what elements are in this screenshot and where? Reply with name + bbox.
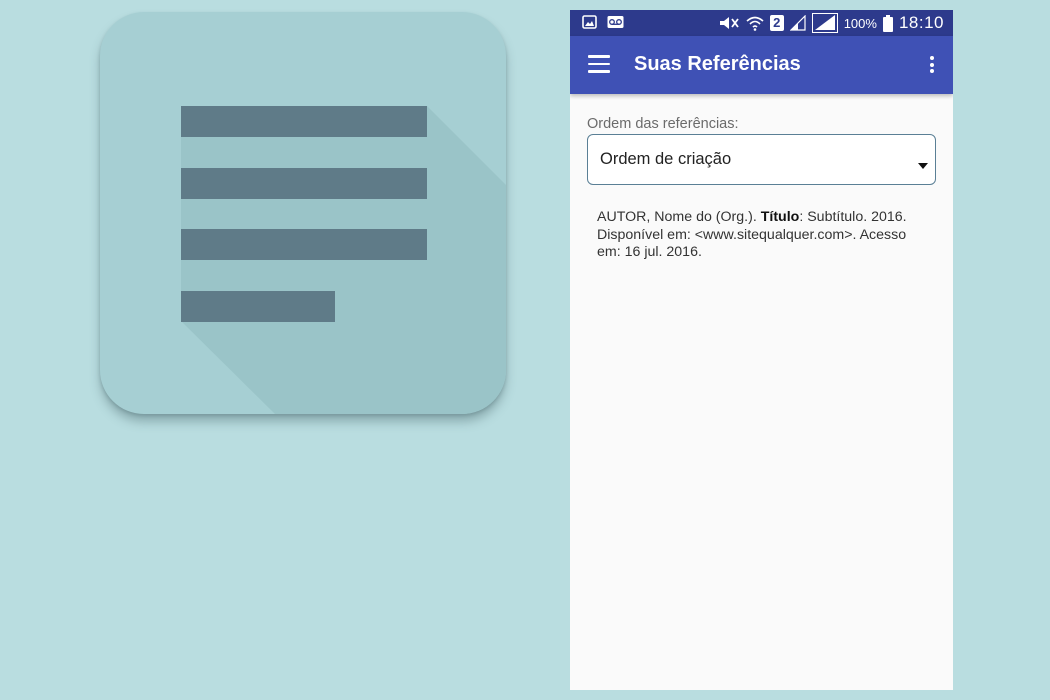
signal-full-icon xyxy=(811,13,838,33)
battery-percent: 100% xyxy=(843,15,877,31)
order-select[interactable]: Ordem de criação xyxy=(587,134,936,185)
reference-title: Título xyxy=(760,209,800,225)
battery-icon xyxy=(882,14,893,32)
page-title: Suas Referências xyxy=(634,53,801,75)
reference-author: AUTOR, Nome do (Org.). xyxy=(597,209,761,225)
voicemail-icon xyxy=(607,16,624,28)
signal-icon xyxy=(789,15,806,31)
image-icon xyxy=(582,15,597,29)
wifi-icon xyxy=(746,16,764,31)
status-bar: 2 100% 18:10 xyxy=(570,10,953,36)
more-vert-icon[interactable] xyxy=(927,56,937,76)
mute-icon xyxy=(719,17,739,29)
dropdown-caret-icon xyxy=(918,163,928,169)
reference-entry[interactable]: AUTOR, Nome do (Org.). Título: Subtítulo… xyxy=(597,209,927,262)
clock: 18:10 xyxy=(898,13,944,32)
app-logo-icon xyxy=(100,12,506,414)
sim-badge: 2 xyxy=(769,15,784,31)
menu-icon[interactable] xyxy=(588,55,610,73)
order-label: Ordem das referências: xyxy=(587,116,739,132)
phone-screen: 2 100% 18:10 Suas Referências Ordem das … xyxy=(570,10,953,690)
order-select-value: Ordem de criação xyxy=(600,150,732,168)
app-bar: Suas Referências xyxy=(570,36,953,94)
